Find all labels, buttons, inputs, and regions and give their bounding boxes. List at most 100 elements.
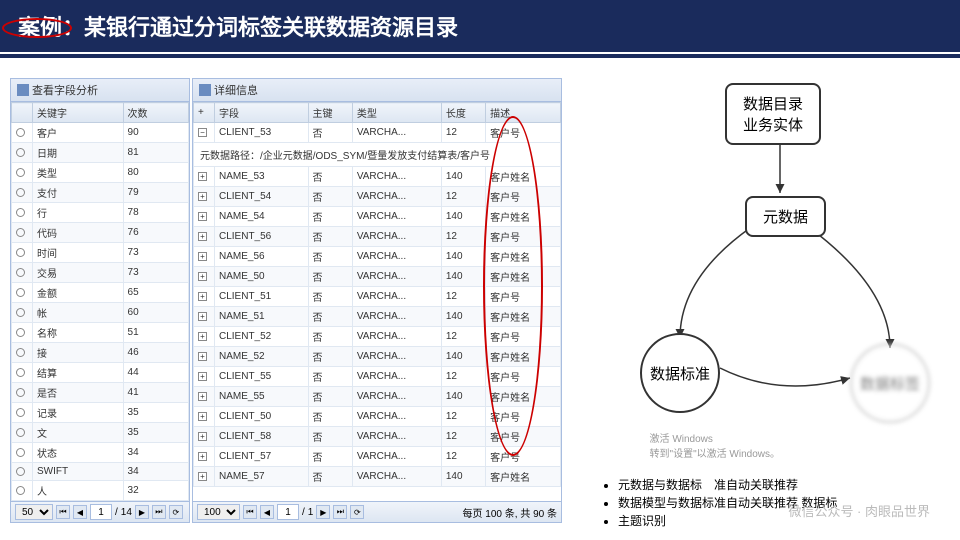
cell-pk: 否 (308, 387, 352, 407)
page-size-select[interactable]: 50 (15, 504, 53, 520)
expand-icon[interactable]: + (198, 372, 207, 381)
table-row[interactable]: 文35 (12, 423, 189, 443)
table-row[interactable]: 类型80 (12, 163, 189, 183)
table-row[interactable]: 交易73 (12, 263, 189, 283)
table-row[interactable]: 结算44 (12, 363, 189, 383)
last-page-button[interactable]: ⏭ (152, 505, 166, 519)
radio-icon[interactable] (16, 348, 25, 357)
table-row[interactable]: +CLIENT_52否VARCHA...12客户号 (194, 327, 561, 347)
next-page-button[interactable]: ▶ (135, 505, 149, 519)
col-desc[interactable]: 描述 (486, 103, 561, 123)
table-row[interactable]: 行78 (12, 203, 189, 223)
table-row[interactable]: 名称51 (12, 323, 189, 343)
radio-icon[interactable] (16, 428, 25, 437)
expand-icon[interactable]: + (198, 332, 207, 341)
expand-icon[interactable]: + (198, 352, 207, 361)
table-row[interactable]: 状态34 (12, 443, 189, 463)
col-type[interactable]: 类型 (352, 103, 441, 123)
expand-icon[interactable]: + (198, 452, 207, 461)
expand-icon[interactable]: + (198, 272, 207, 281)
radio-icon[interactable] (16, 128, 25, 137)
last-page-button[interactable]: ⏭ (333, 505, 347, 519)
next-page-button[interactable]: ▶ (316, 505, 330, 519)
radio-icon[interactable] (16, 308, 25, 317)
table-row[interactable]: +CLIENT_50否VARCHA...12客户号 (194, 407, 561, 427)
prev-page-button[interactable]: ◀ (260, 505, 274, 519)
radio-icon[interactable] (16, 288, 25, 297)
table-row[interactable]: 时间73 (12, 243, 189, 263)
radio-icon[interactable] (16, 408, 25, 417)
table-row[interactable]: +NAME_57否VARCHA...140客户姓名 (194, 467, 561, 487)
table-row[interactable]: +CLIENT_58否VARCHA...12客户号 (194, 427, 561, 447)
table-row[interactable]: SWIFT34 (12, 463, 189, 481)
refresh-button[interactable]: ⟳ (350, 505, 364, 519)
table-row[interactable]: 记录35 (12, 403, 189, 423)
radio-icon[interactable] (16, 328, 25, 337)
table-row[interactable]: 代码76 (12, 223, 189, 243)
radio-icon[interactable] (16, 248, 25, 257)
radio-icon[interactable] (16, 228, 25, 237)
col-field[interactable]: 字段 (215, 103, 309, 123)
col-count[interactable]: 次数 (123, 103, 188, 123)
table-row[interactable]: 客户90 (12, 123, 189, 143)
radio-icon[interactable] (16, 388, 25, 397)
table-row[interactable]: +NAME_51否VARCHA...140客户姓名 (194, 307, 561, 327)
col-length[interactable]: 长度 (441, 103, 485, 123)
expand-icon[interactable]: + (198, 472, 207, 481)
table-row[interactable]: +CLIENT_51否VARCHA...12客户号 (194, 287, 561, 307)
table-row[interactable]: +CLIENT_54否VARCHA...12客户号 (194, 187, 561, 207)
expand-icon[interactable]: + (198, 392, 207, 401)
cell-keyword: 帐 (33, 303, 124, 323)
table-row[interactable]: +NAME_56否VARCHA...140客户姓名 (194, 247, 561, 267)
expand-icon[interactable]: + (198, 212, 207, 221)
table-row[interactable]: 是否41 (12, 383, 189, 403)
table-row[interactable]: +NAME_50否VARCHA...140客户姓名 (194, 267, 561, 287)
first-page-button[interactable]: ⏮ (56, 505, 70, 519)
table-row[interactable]: +NAME_55否VARCHA...140客户姓名 (194, 387, 561, 407)
expand-icon[interactable]: + (198, 292, 207, 301)
expand-icon[interactable]: + (198, 432, 207, 441)
refresh-button[interactable]: ⟳ (169, 505, 183, 519)
keyword-grid[interactable]: 关键字 次数 客户90日期81类型80支付79行78代码76时间73交易73金额… (11, 102, 189, 501)
radio-icon[interactable] (16, 168, 25, 177)
expand-icon[interactable]: + (198, 172, 207, 181)
table-row[interactable]: 接46 (12, 343, 189, 363)
table-row[interactable]: +CLIENT_57否VARCHA...12客户号 (194, 447, 561, 467)
radio-icon[interactable] (16, 368, 25, 377)
table-row[interactable]: −CLIENT_53否VARCHA...12客户号 (194, 123, 561, 143)
cell-desc: 客户姓名 (486, 207, 561, 227)
prev-page-button[interactable]: ◀ (73, 505, 87, 519)
table-row[interactable]: +CLIENT_55否VARCHA...12客户号 (194, 367, 561, 387)
radio-icon[interactable] (16, 467, 25, 476)
radio-icon[interactable] (16, 148, 25, 157)
table-row[interactable]: 帐60 (12, 303, 189, 323)
table-row[interactable]: 日期81 (12, 143, 189, 163)
col-keyword[interactable]: 关键字 (33, 103, 124, 123)
table-row[interactable]: 人32 (12, 481, 189, 501)
cell-count: 80 (123, 163, 188, 183)
table-row[interactable]: +NAME_52否VARCHA...140客户姓名 (194, 347, 561, 367)
table-row[interactable]: +NAME_54否VARCHA...140客户姓名 (194, 207, 561, 227)
page-input[interactable] (90, 504, 112, 520)
page-input[interactable] (277, 504, 299, 520)
first-page-button[interactable]: ⏮ (243, 505, 257, 519)
detail-grid[interactable]: + 字段 主键 类型 长度 描述 −CLIENT_53否VARCHA...12客… (193, 102, 561, 501)
expand-icon[interactable]: + (198, 412, 207, 421)
expand-icon[interactable]: + (198, 252, 207, 261)
expand-icon[interactable]: + (198, 312, 207, 321)
radio-icon[interactable] (16, 208, 25, 217)
radio-icon[interactable] (16, 188, 25, 197)
table-row[interactable]: +CLIENT_56否VARCHA...12客户号 (194, 227, 561, 247)
expand-icon[interactable]: + (198, 192, 207, 201)
table-row[interactable]: 金额65 (12, 283, 189, 303)
radio-icon[interactable] (16, 268, 25, 277)
radio-icon[interactable] (16, 486, 25, 495)
page-size-select[interactable]: 100 (197, 504, 240, 520)
col-pk[interactable]: 主键 (308, 103, 352, 123)
radio-icon[interactable] (16, 448, 25, 457)
table-row[interactable]: 支付79 (12, 183, 189, 203)
expand-icon[interactable]: − (198, 128, 207, 137)
expand-icon[interactable]: + (198, 232, 207, 241)
cell-count: 51 (123, 323, 188, 343)
table-row[interactable]: +NAME_53否VARCHA...140客户姓名 (194, 167, 561, 187)
